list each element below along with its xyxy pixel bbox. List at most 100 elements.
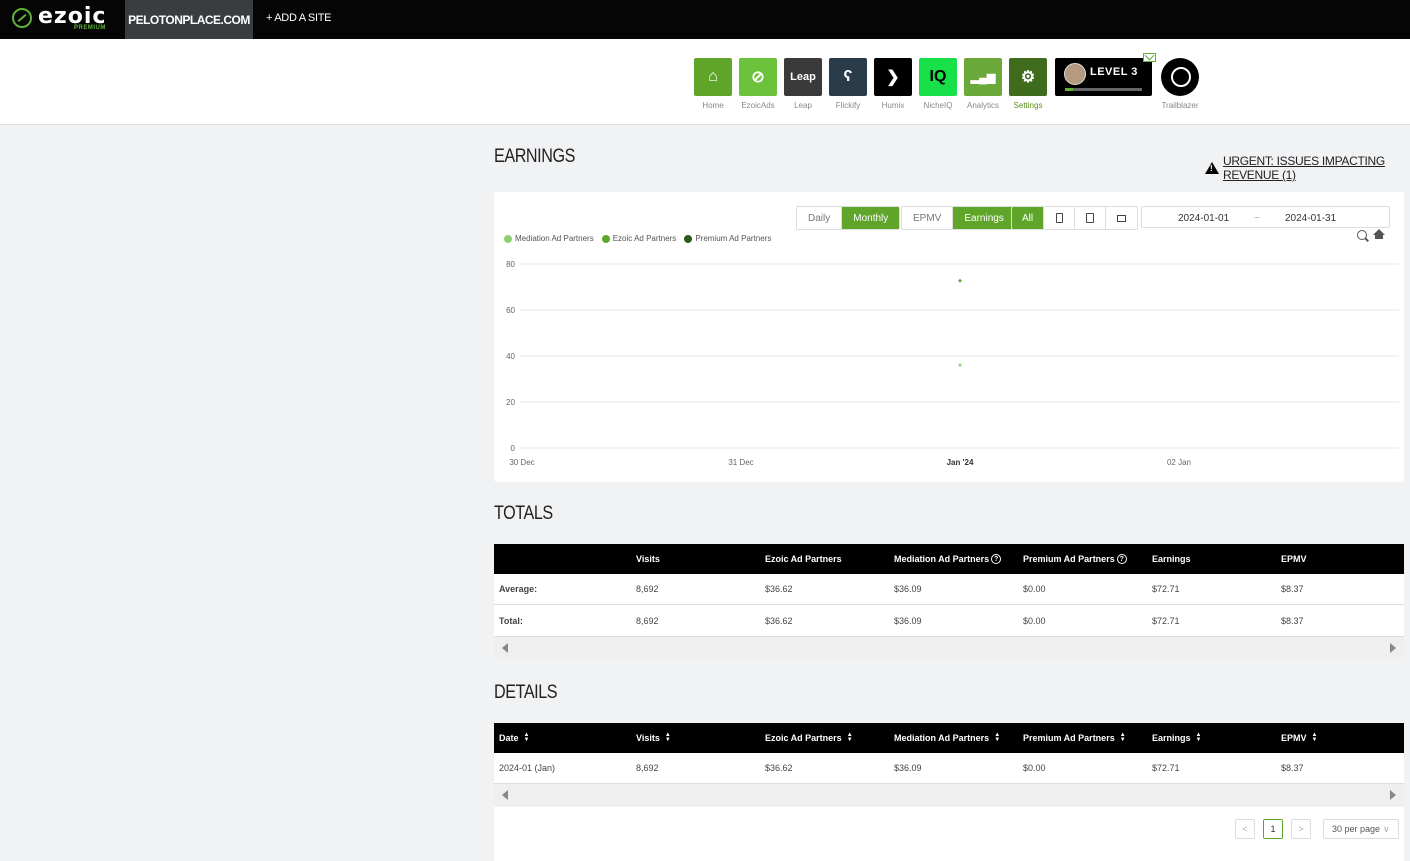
table-cell: $36.09 xyxy=(894,615,922,626)
help-icon[interactable]: ? xyxy=(991,554,1002,564)
column-header-label: Premium Ad Partners xyxy=(1023,733,1115,743)
sort-icon[interactable]: ▲ ▼ xyxy=(1312,732,1318,743)
y-tick-label: 80 xyxy=(506,260,515,269)
x-tick-label: 31 Dec xyxy=(728,458,753,467)
table-cell: $0.00 xyxy=(1023,763,1046,773)
ezoic-logo[interactable]: ezoic PREMIUM xyxy=(12,4,117,36)
app-home[interactable]: ⌂ Home xyxy=(694,58,732,110)
app-settings[interactable]: ⚙ Settings xyxy=(1009,58,1047,110)
page-number-button[interactable]: 1 xyxy=(1263,819,1283,839)
app-ezoicads[interactable]: ⊘ EzoicAds xyxy=(739,58,777,110)
nicheiq-icon: IQ xyxy=(919,58,957,96)
prev-page-button[interactable]: < xyxy=(1235,819,1255,839)
column-header[interactable]: Premium Ad Partners ▲ ▼ xyxy=(1023,723,1126,753)
table-row: Average: 8,692 $36.62 $36.09 $0.00 $72.71 $8.3… xyxy=(494,574,1404,605)
column-header-label: Ezoic Ad Partners xyxy=(765,554,842,564)
column-header-label: Earnings xyxy=(1152,554,1191,564)
x-tick-label: 30 Dec xyxy=(509,458,534,467)
sort-icon[interactable]: ▲ ▼ xyxy=(1196,732,1202,743)
trailblazer-app[interactable]: Trailblazer xyxy=(1160,58,1200,110)
table-cell: $36.62 xyxy=(765,763,793,773)
totals-table: Visits Ezoic Ad Partners Mediation Ad Part… xyxy=(494,544,1404,659)
site-selector-tab[interactable]: PELOTONPLACE.COM xyxy=(125,0,253,39)
column-header[interactable]: Ezoic Ad Partners ▲ ▼ xyxy=(765,723,853,753)
table-cell: 8,692 xyxy=(636,615,659,626)
app-nicheiq[interactable]: IQ NicheIQ xyxy=(919,58,957,110)
level-badge[interactable]: LEVEL 3 xyxy=(1055,58,1152,96)
table-cell: $8.37 xyxy=(1281,615,1304,626)
table-header: Date ▲ ▼ Visits ▲ ▼ Ezoic Ad Partners ▲ ▼ Mediati… xyxy=(494,723,1404,753)
earnings-chart-card: Daily Monthly EPMV Earnings All 2024-01-… xyxy=(494,192,1404,482)
column-header-label: Visits xyxy=(636,733,660,743)
home-icon: ⌂ xyxy=(694,58,732,96)
trailblazer-label: Trailblazer xyxy=(1161,101,1199,110)
column-header-label: EPMV xyxy=(1281,554,1307,564)
app-label: Settings xyxy=(1013,101,1043,110)
horizontal-scrollbar[interactable] xyxy=(494,784,1404,806)
table-cell: 2024-01 (Jan) xyxy=(499,763,556,773)
column-header[interactable]: Mediation Ad Partners ▲ ▼ xyxy=(894,723,1000,753)
app-analytics[interactable]: ▂▄▆ Analytics xyxy=(964,58,1002,110)
column-header: EPMV xyxy=(1281,544,1307,574)
column-header-label: Earnings xyxy=(1152,733,1191,743)
table-cell: $72.71 xyxy=(1152,763,1180,773)
per-page-select[interactable]: 30 per page ∨ xyxy=(1323,819,1399,839)
humix-icon: ❯ xyxy=(874,58,912,96)
y-tick-label: 20 xyxy=(506,398,515,407)
ezoic-logo-icon xyxy=(12,8,32,28)
trailblazer-icon xyxy=(1161,58,1199,96)
column-header-label: Premium Ad Partners xyxy=(1023,554,1115,564)
analytics-icon: ▂▄▆ xyxy=(964,58,1002,96)
app-flickify[interactable]: ʕ Flickify xyxy=(829,58,867,110)
level-progress-fill xyxy=(1065,88,1073,91)
column-header[interactable]: Earnings ▲ ▼ xyxy=(1152,723,1201,753)
totals-title: TOTALS xyxy=(494,503,553,524)
sort-icon[interactable]: ▲ ▼ xyxy=(1120,732,1126,743)
column-header-label: Visits xyxy=(636,554,660,564)
scroll-right-icon[interactable] xyxy=(1390,643,1396,653)
avatar xyxy=(1064,63,1086,85)
pagination: < 1 > 30 per page ∨ xyxy=(494,807,1404,861)
data-point xyxy=(958,279,962,283)
next-page-button[interactable]: > xyxy=(1291,819,1311,839)
sort-icon[interactable]: ▲ ▼ xyxy=(524,732,530,743)
app-launcher-bar: ⌂ Home ⊘ EzoicAds Leap Leap ʕ Flickify ❯ Humix IQ N… xyxy=(0,39,1410,125)
column-header[interactable]: Date ▲ ▼ xyxy=(499,723,529,753)
scroll-left-icon[interactable] xyxy=(502,790,508,800)
table-cell: $8.37 xyxy=(1281,763,1304,773)
column-header: Earnings xyxy=(1152,544,1191,574)
table-cell: $8.37 xyxy=(1281,584,1304,594)
help-icon[interactable]: ? xyxy=(1116,554,1127,564)
table-cell: $36.62 xyxy=(765,584,793,594)
sort-icon[interactable]: ▲ ▼ xyxy=(847,732,853,743)
column-header: Premium Ad Partners? xyxy=(1023,544,1127,574)
column-header[interactable]: Visits ▲ ▼ xyxy=(636,723,671,753)
details-table: Date ▲ ▼ Visits ▲ ▼ Ezoic Ad Partners ▲ ▼ Mediati… xyxy=(494,723,1404,806)
column-header: Visits xyxy=(636,544,660,574)
mail-icon[interactable] xyxy=(1143,53,1156,62)
y-tick-label: 40 xyxy=(506,352,515,361)
warning-icon xyxy=(1205,162,1219,174)
table-cell: $36.62 xyxy=(765,615,793,626)
x-tick-label: 02 Jan xyxy=(1167,458,1191,467)
sort-icon[interactable]: ▲ ▼ xyxy=(665,732,671,743)
table-cell: Average: xyxy=(499,584,538,594)
ezoicads-icon: ⊘ xyxy=(739,58,777,96)
y-tick-label: 0 xyxy=(511,444,516,453)
table-cell: 8,692 xyxy=(636,584,659,594)
horizontal-scrollbar[interactable] xyxy=(494,637,1404,659)
urgent-issues-link[interactable]: URGENT: ISSUES IMPACTING REVENUE (1) xyxy=(1205,154,1410,182)
sort-icon[interactable]: ▲ ▼ xyxy=(994,732,1000,743)
column-header[interactable]: EPMV ▲ ▼ xyxy=(1281,723,1317,753)
logo-subtitle: PREMIUM xyxy=(74,25,106,31)
app-humix[interactable]: ❯ Humix xyxy=(874,58,912,110)
table-cell: $0.00 xyxy=(1023,584,1046,594)
scroll-right-icon[interactable] xyxy=(1390,790,1396,800)
table-cell: $72.71 xyxy=(1152,584,1180,594)
scroll-left-icon[interactable] xyxy=(502,643,508,653)
flickify-icon: ʕ xyxy=(829,58,867,96)
table-cell: $72.71 xyxy=(1152,615,1180,626)
app-leap[interactable]: Leap Leap xyxy=(784,58,822,110)
add-site-link[interactable]: + ADD A SITE xyxy=(266,12,331,24)
column-header-label: Mediation Ad Partners xyxy=(894,554,990,564)
